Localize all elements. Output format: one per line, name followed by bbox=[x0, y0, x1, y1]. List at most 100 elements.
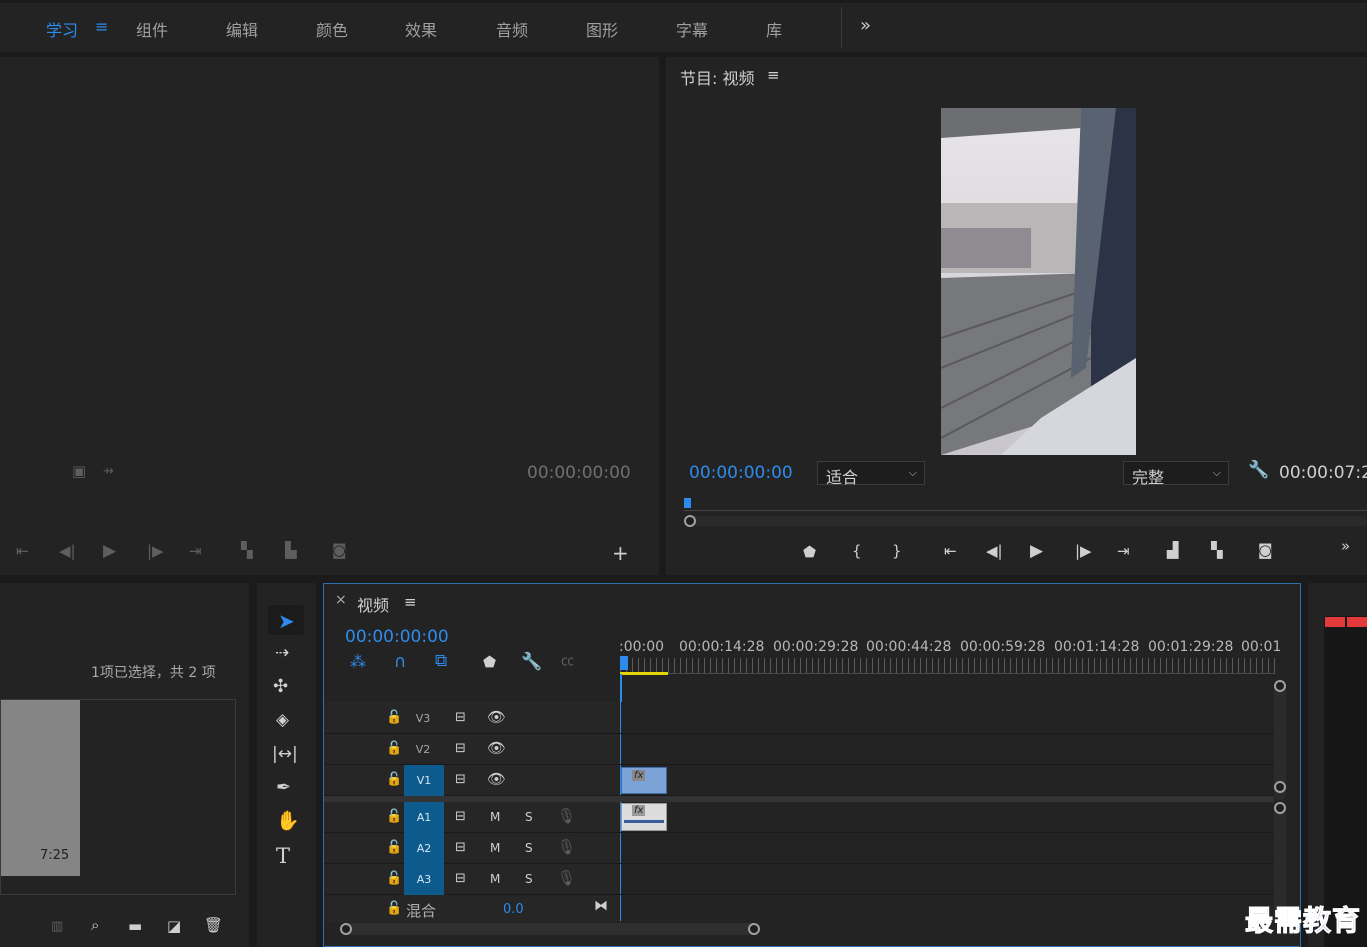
find-icon[interactable]: ⌕ bbox=[91, 918, 99, 933]
scroll-handle[interactable] bbox=[1274, 781, 1286, 793]
scroll-handle[interactable] bbox=[684, 515, 696, 527]
export-frame-icon[interactable]: ◙ bbox=[1258, 543, 1273, 558]
selection-tool[interactable]: ➤ bbox=[268, 605, 304, 635]
more-controls-icon[interactable]: » bbox=[1341, 537, 1350, 555]
panel-menu-icon[interactable]: ≡ bbox=[767, 66, 780, 84]
quality-select[interactable]: 完整 ⌵ bbox=[1123, 461, 1229, 487]
tab-assembly[interactable]: 组件 bbox=[136, 17, 168, 41]
mix-volume-value[interactable]: 0.0 bbox=[503, 902, 524, 917]
lock-icon[interactable]: 🔓 bbox=[386, 773, 402, 786]
lock-icon[interactable]: 🔓 bbox=[386, 810, 402, 823]
sync-lock-icon[interactable]: ⊟ bbox=[455, 841, 466, 854]
playhead[interactable] bbox=[684, 498, 691, 508]
sequence-timecode[interactable]: 00:00:00:00 bbox=[345, 627, 449, 647]
timeline-horizontal-scrollbar[interactable] bbox=[340, 923, 760, 935]
track-label-v2[interactable]: V2 bbox=[403, 734, 443, 765]
step-forward-icon[interactable]: |▶ bbox=[1075, 544, 1092, 559]
lock-icon[interactable]: 🔓 bbox=[386, 872, 402, 885]
sync-lock-icon[interactable]: ⊟ bbox=[455, 872, 466, 885]
voiceover-mic-icon[interactable]: 🎙 bbox=[557, 809, 576, 824]
extract-icon[interactable]: ▚ bbox=[1211, 543, 1223, 558]
step-forward-icon[interactable]: |▶ bbox=[147, 544, 164, 559]
tab-learn[interactable]: 学习 bbox=[46, 17, 78, 41]
program-timecode[interactable]: 00:00:00:00 bbox=[689, 463, 793, 483]
solo-button[interactable]: S bbox=[525, 841, 533, 855]
razor-icon[interactable]: ◈ bbox=[276, 712, 289, 729]
mark-in-icon[interactable]: { bbox=[852, 544, 862, 559]
settings-wrench-icon[interactable]: 🔧 bbox=[1248, 462, 1269, 479]
linked-selection-icon[interactable]: ⧉ bbox=[435, 653, 447, 670]
track-label-a2[interactable]: A2 bbox=[404, 833, 444, 864]
video-clip[interactable]: fx bbox=[621, 767, 667, 794]
track-select-icon[interactable]: ⇢ bbox=[275, 645, 289, 662]
sync-lock-icon[interactable]: ⊟ bbox=[455, 810, 466, 823]
drag-video-icon[interactable]: ▣ bbox=[72, 464, 86, 479]
ripple-edit-icon[interactable]: ✣ bbox=[273, 678, 288, 696]
go-to-in-icon[interactable]: ⇤ bbox=[16, 544, 29, 559]
tab-libraries[interactable]: 库 bbox=[766, 17, 782, 41]
track-label-a3[interactable]: A3 bbox=[404, 864, 444, 895]
tab-captions[interactable]: 字幕 bbox=[676, 17, 708, 41]
add-marker-icon[interactable]: ⬟ bbox=[483, 655, 496, 670]
voiceover-mic-icon[interactable]: 🎙 bbox=[557, 840, 576, 855]
tab-audio[interactable]: 音频 bbox=[496, 17, 528, 41]
video-vertical-scrollbar[interactable] bbox=[1274, 680, 1286, 800]
play-icon[interactable]: ▶ bbox=[1030, 543, 1043, 560]
nest-toggle-icon[interactable]: ⁂ bbox=[350, 654, 366, 670]
media-thumbnail[interactable]: 7:25 bbox=[1, 700, 80, 876]
zoom-select[interactable]: 适合 ⌵ bbox=[817, 461, 925, 487]
captions-icon[interactable]: ㏄ bbox=[561, 655, 574, 668]
add-marker-icon[interactable]: ⬟ bbox=[803, 545, 816, 560]
bowtie-icon[interactable]: ⧓ bbox=[594, 899, 608, 913]
sequence-tab[interactable]: 视频 bbox=[357, 592, 389, 616]
list-view-icon[interactable]: ▥ bbox=[51, 920, 63, 933]
mute-button[interactable]: M bbox=[490, 872, 500, 886]
close-sequence-button[interactable]: × bbox=[335, 592, 347, 608]
program-monitor-title[interactable]: 节目: 视频 bbox=[680, 65, 754, 89]
track-label-v3[interactable]: V3 bbox=[403, 703, 443, 734]
lift-icon[interactable]: ▟ bbox=[1167, 543, 1179, 558]
eye-icon[interactable]: 👁 bbox=[487, 710, 506, 725]
track-label-a1[interactable]: A1 bbox=[404, 802, 444, 833]
tab-color[interactable]: 颜色 bbox=[316, 17, 348, 41]
go-to-out-icon[interactable]: ⇥ bbox=[1117, 544, 1130, 559]
slip-icon[interactable]: |↔| bbox=[272, 746, 298, 763]
eye-icon[interactable]: 👁 bbox=[487, 741, 506, 756]
more-workspaces-button[interactable]: » bbox=[860, 15, 871, 36]
button-editor-plus-icon[interactable]: + bbox=[612, 543, 629, 563]
zoom-scrollbar[interactable] bbox=[684, 515, 1367, 527]
playhead[interactable] bbox=[620, 656, 628, 670]
lock-icon[interactable]: 🔓 bbox=[386, 902, 402, 915]
tab-graphics[interactable]: 图形 bbox=[586, 17, 618, 41]
new-bin-icon[interactable]: ▬ bbox=[128, 919, 142, 934]
step-back-icon[interactable]: ◀| bbox=[59, 544, 76, 559]
pen-icon[interactable]: ✒ bbox=[276, 779, 291, 797]
audio-clip[interactable]: fx bbox=[621, 803, 667, 831]
solo-button[interactable]: S bbox=[525, 872, 533, 886]
scroll-handle[interactable] bbox=[1274, 802, 1286, 814]
tab-editing[interactable]: 编辑 bbox=[226, 17, 258, 41]
program-time-ruler[interactable] bbox=[684, 498, 1367, 512]
scroll-handle[interactable] bbox=[748, 923, 760, 935]
eye-icon[interactable]: 👁 bbox=[487, 772, 506, 787]
mark-out-icon[interactable]: } bbox=[892, 544, 902, 559]
export-frame-icon[interactable]: ◙ bbox=[332, 543, 347, 558]
time-ruler-ticks[interactable] bbox=[620, 658, 1275, 674]
work-area-bar[interactable] bbox=[620, 672, 668, 675]
mute-button[interactable]: M bbox=[490, 841, 500, 855]
solo-button[interactable]: S bbox=[525, 810, 533, 824]
go-to-out-icon[interactable]: ⇥ bbox=[189, 544, 202, 559]
sync-lock-icon[interactable]: ⊟ bbox=[455, 773, 466, 786]
sync-lock-icon[interactable]: ⊟ bbox=[455, 711, 466, 724]
sync-lock-icon[interactable]: ⊟ bbox=[455, 742, 466, 755]
insert-icon[interactable]: ▚ bbox=[241, 543, 253, 558]
mute-button[interactable]: M bbox=[490, 810, 500, 824]
lock-icon[interactable]: 🔓 bbox=[386, 711, 402, 724]
overwrite-icon[interactable]: ▙ bbox=[285, 543, 297, 558]
tab-effects[interactable]: 效果 bbox=[405, 17, 437, 41]
timeline-settings-icon[interactable]: 🔧 bbox=[521, 654, 542, 671]
play-icon[interactable]: ▶ bbox=[103, 543, 116, 560]
step-back-icon[interactable]: ◀| bbox=[986, 544, 1003, 559]
panel-menu-icon[interactable]: ≡ bbox=[404, 593, 417, 611]
scroll-handle[interactable] bbox=[340, 923, 352, 935]
